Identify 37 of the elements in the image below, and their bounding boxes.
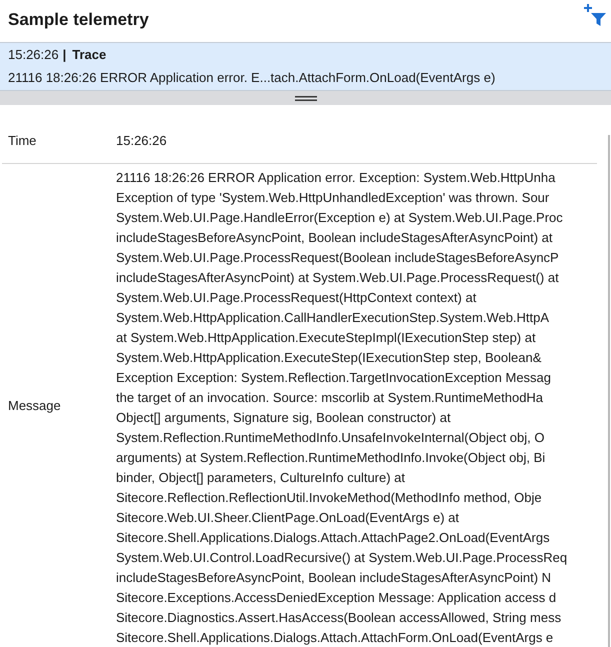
message-text-line: Object[] arguments, Signature sig, Boolean constructor) at (116, 409, 451, 427)
message-text-line: Sitecore.Reflection.ReflectionUtil.InvokeMethod(MethodInfo method, Obje (116, 489, 542, 507)
panel-title: Sample telemetry (8, 9, 149, 31)
field-label: Message (7, 397, 62, 415)
message-text-line: Exception of type 'System.Web.HttpUnhandledException' was thrown. Sour (116, 189, 550, 207)
grip-icon (294, 96, 316, 100)
message-text-line: System.Web.UI.Page.ProcessRequest(HttpContext context) at (116, 289, 476, 307)
message-text-line: System.Web.UI.Control.LoadRecursive() at System.Web.UI.Page.ProcessReq (116, 549, 568, 567)
message-text-line: System.Web.HttpApplication.ExecuteStep(IExecutionStep step, Boolean& (116, 349, 542, 367)
scrollbar-thumb[interactable] (608, 135, 610, 647)
message-text-line: includeStagesAfterAsyncPoint) at System.Web.UI.Page.ProcessRequest() at (116, 269, 559, 287)
message-text-line: Sitecore.Diagnostics.Assert.HasAccess(Boolean accessAllowed, String mess (116, 609, 562, 627)
message-text-line: Sitecore.Shell.Applications.Dialogs.Attach.AttachForm.OnLoad(EventArgs e (116, 629, 554, 647)
message-text-line: arguments) at System.Reflection.RuntimeMethodInfo.Invoke(Object obj, Bi (116, 449, 546, 467)
message-text-line: binder, Object[] parameters, CultureInfo culture) at (116, 469, 406, 487)
message-text-line: includeStagesBeforeAsyncPoint, Boolean includeStagesAfterAsyncPoint) at (116, 229, 552, 247)
message-text-line: Exception Exception: System.Reflection.TargetInvocationException Messag (116, 369, 552, 387)
message-text-line: System.Web.HttpApplication.CallHandlerExecutionStep.System.Web.HttpA (116, 309, 550, 327)
event-severity: Trace (72, 46, 106, 64)
field-value: 15:26:26 (116, 132, 167, 150)
message-text-line: Sitecore.Web.UI.Sheer.ClientPage.OnLoad(EventArgs e) at (116, 509, 460, 527)
separator-text: | (62, 46, 66, 64)
message-text-line: System.Reflection.RuntimeMethodInfo.UnsafeInvokeInternal(Object obj, O (116, 429, 544, 447)
splitter-bar[interactable] (0, 91, 611, 105)
message-text-line: 21116 18:26:26 ERROR Application error. Exception: System.Web.HttpUnha (116, 169, 556, 187)
field-label: Time (7, 132, 38, 150)
message-text-line: the target of an invocation. Source: mscorlib at System.RuntimeMethodHa (116, 389, 544, 407)
message-text-line: at System.Web.HttpApplication.ExecuteStepImpl(IExecutionStep step) at (116, 329, 536, 347)
message-text-line: System.Web.UI.Page.HandleError(Exception e) at System.Web.UI.Page.Proc (116, 209, 563, 227)
funnel-plus-icon[interactable] (584, 4, 606, 26)
event-message: 21116 18:26:26 ERROR Application error. E...tach.AttachForm.OnLoad(EventArgs e) (8, 68, 496, 87)
message-text-line: Sitecore.Exceptions.AccessDeniedException Message: Application access d (116, 589, 556, 607)
message-text-line: includeStagesBeforeAsyncPoint, Boolean includeStagesAfterAsyncPoint) N (116, 569, 552, 587)
message-text-line: System.Web.UI.Page.ProcessRequest(Boolean includeStagesBeforeAsyncP (116, 249, 559, 267)
event-list-item[interactable]: 15:26:26 | Trace 21116 18:26:26 ERROR Application error. E...tach.AttachForm.OnLoad(EventArgs e) (0, 42, 611, 91)
event-time: 15:26:26 (8, 46, 59, 64)
message-text-line: Sitecore.Shell.Applications.Dialogs.Attach.AttachPage2.OnLoad(EventArgs (116, 529, 550, 547)
